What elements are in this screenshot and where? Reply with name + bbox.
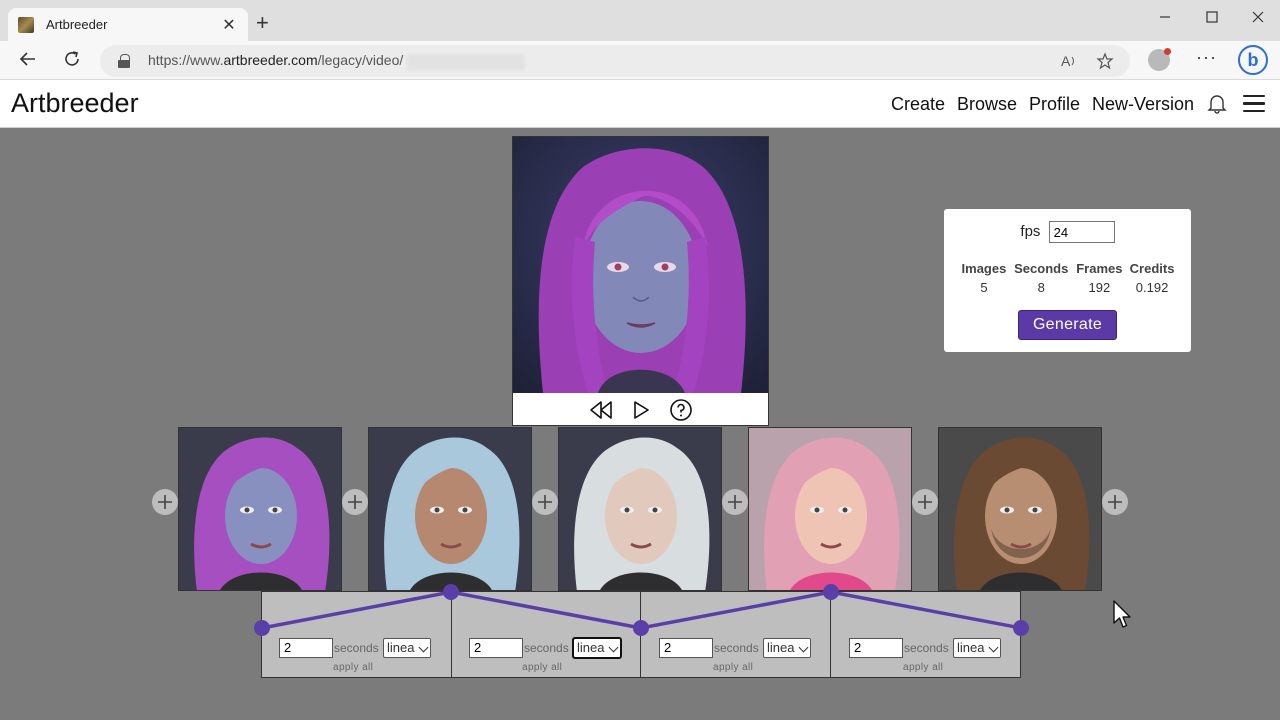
- stat-header-frames: Frames: [1076, 261, 1123, 276]
- add-image-button-5[interactable]: [1102, 489, 1128, 515]
- add-image-button-3[interactable]: [722, 489, 748, 515]
- preview-portrait-image: [513, 137, 768, 393]
- stat-frames-value: 192: [1088, 280, 1111, 295]
- close-tab-icon[interactable]: ✕: [220, 15, 238, 35]
- stat-images-value: 5: [980, 280, 988, 295]
- video-stats-table: Images Seconds Frames Credits 5 8 192 0.…: [958, 259, 1178, 297]
- keyframe-thumbnail-2[interactable]: [368, 427, 532, 591]
- fps-input[interactable]: [1048, 221, 1115, 243]
- add-image-button-4[interactable]: [912, 489, 938, 515]
- seconds-input[interactable]: 2: [849, 638, 903, 658]
- play-icon[interactable]: [629, 398, 653, 422]
- segment-controls-3: 2 seconds linea: [659, 638, 829, 658]
- browser-tab-bar: Artbreeder ✕ +: [0, 0, 1280, 41]
- more-options-icon[interactable]: ···: [1196, 47, 1217, 68]
- notification-dot-icon: [1164, 48, 1171, 55]
- curve-handle[interactable]: [254, 620, 270, 636]
- keyframe-thumbnail-3[interactable]: [558, 427, 722, 591]
- minimize-icon[interactable]: [1158, 10, 1172, 29]
- browser-tab[interactable]: Artbreeder ✕: [8, 8, 248, 41]
- close-window-icon[interactable]: [1251, 10, 1265, 29]
- seconds-label: seconds: [334, 641, 379, 655]
- rewind-icon[interactable]: [589, 398, 613, 422]
- apply-all-link[interactable]: apply all: [713, 662, 753, 673]
- hamburger-menu-icon[interactable]: [1243, 95, 1265, 112]
- apply-all-link[interactable]: apply all: [903, 662, 943, 673]
- fps-label: fps: [1020, 222, 1041, 240]
- read-aloud-icon[interactable]: A: [1060, 52, 1078, 74]
- interpolation-select[interactable]: linea: [763, 638, 811, 658]
- mouse-cursor-icon: [1113, 600, 1131, 628]
- new-tab-icon[interactable]: +: [256, 12, 269, 34]
- stat-header-images: Images: [961, 261, 1007, 276]
- seconds-input[interactable]: 2: [279, 638, 333, 658]
- add-image-button-1[interactable]: [342, 489, 368, 515]
- bell-icon[interactable]: [1207, 92, 1227, 114]
- seconds-label: seconds: [524, 641, 569, 655]
- add-image-button-0[interactable]: [152, 489, 178, 515]
- curve-handle[interactable]: [1013, 620, 1029, 636]
- curve-handle[interactable]: [823, 584, 839, 600]
- maximize-icon[interactable]: [1205, 10, 1219, 29]
- keyframe-thumbnail-1[interactable]: [178, 427, 342, 591]
- tab-title: Artbreeder: [46, 17, 108, 32]
- site-logo[interactable]: Artbreeder: [11, 88, 139, 119]
- fps-row: fps: [944, 221, 1191, 243]
- add-image-button-2[interactable]: [532, 489, 558, 515]
- stat-seconds-value: 8: [1037, 280, 1045, 295]
- keyframe-thumbnail-4[interactable]: [748, 427, 912, 591]
- apply-all-link[interactable]: apply all: [522, 662, 562, 673]
- stat-credits-value: 0.192: [1135, 280, 1169, 295]
- url-text: https://www.artbreeder.com/legacy/video/: [148, 52, 526, 70]
- segment-controls-2: 2 seconds linea: [469, 637, 639, 659]
- curve-handle[interactable]: [633, 620, 649, 636]
- seconds-label: seconds: [714, 641, 759, 655]
- nav-new-version[interactable]: New-Version: [1092, 94, 1194, 115]
- bing-copilot-icon[interactable]: b: [1238, 45, 1268, 75]
- favorite-star-icon[interactable]: [1096, 52, 1114, 74]
- interpolation-select[interactable]: linea: [383, 638, 431, 658]
- apply-all-link[interactable]: apply all: [333, 662, 373, 673]
- lock-icon: [118, 54, 130, 68]
- seconds-input[interactable]: 2: [469, 638, 523, 658]
- seconds-input[interactable]: 2: [659, 638, 713, 658]
- interpolation-select[interactable]: linea: [953, 638, 1001, 658]
- seconds-label: seconds: [904, 641, 949, 655]
- stat-header-seconds: Seconds: [1014, 261, 1069, 276]
- nav-create[interactable]: Create: [891, 94, 945, 115]
- site-favicon-icon: [18, 16, 34, 33]
- address-bar-row: https://www.artbreeder.com/legacy/video/…: [0, 41, 1280, 80]
- help-icon[interactable]: [669, 398, 693, 422]
- segment-controls-1: 2 seconds linea: [279, 638, 449, 658]
- segment-controls-4: 2 seconds linea: [849, 638, 1019, 658]
- reload-icon[interactable]: [60, 49, 84, 74]
- generate-button[interactable]: Generate: [1018, 310, 1117, 340]
- keyframe-thumbnail-5[interactable]: [938, 427, 1102, 591]
- svg-text:A: A: [1061, 53, 1071, 69]
- interpolation-select[interactable]: linea: [572, 637, 622, 659]
- transition-timeline: 2 seconds linea apply all 2 seconds line…: [254, 584, 1029, 678]
- easing-curve: [254, 584, 1029, 636]
- back-arrow-icon[interactable]: [16, 49, 40, 74]
- stat-header-credits: Credits: [1129, 261, 1175, 276]
- player-controls: [513, 394, 768, 425]
- site-header: Artbreeder Create Browse Profile New-Ver…: [0, 80, 1280, 128]
- video-info-panel: fps Images Seconds Frames Credits 5 8 19…: [944, 209, 1191, 352]
- nav-browse[interactable]: Browse: [957, 94, 1017, 115]
- video-preview: [512, 136, 769, 426]
- url-field[interactable]: https://www.artbreeder.com/legacy/video/…: [100, 45, 1130, 77]
- nav-profile[interactable]: Profile: [1029, 94, 1080, 115]
- curve-handle[interactable]: [443, 584, 459, 600]
- url-redacted-segment: [407, 53, 526, 70]
